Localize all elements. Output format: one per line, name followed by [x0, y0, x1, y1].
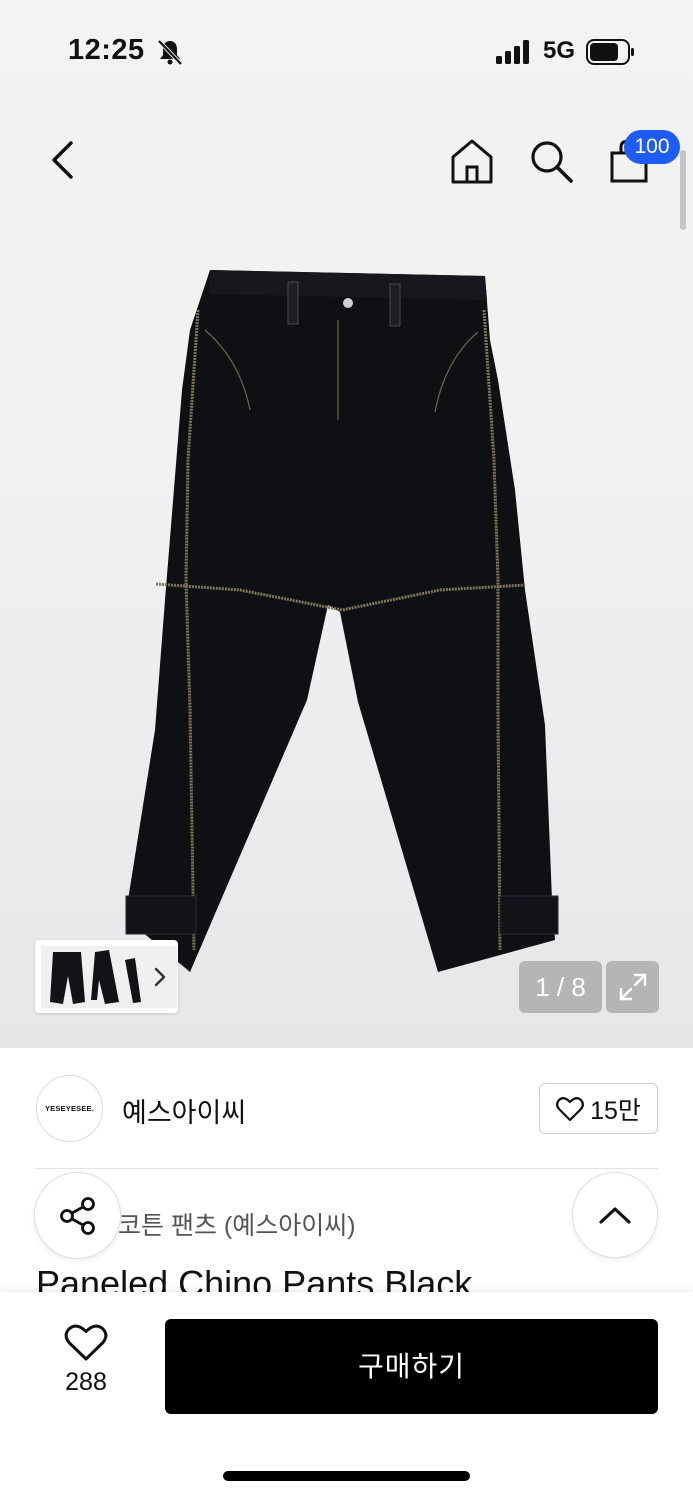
home-indicator[interactable]: [223, 1471, 470, 1481]
fullscreen-icon: [619, 973, 646, 1001]
share-button[interactable]: [34, 1172, 121, 1259]
status-time: 12:25: [68, 34, 145, 66]
brand-name[interactable]: 예스아이씨: [122, 1091, 246, 1130]
image-page-counter: 1 / 8: [519, 961, 602, 1013]
brand-logo-text: YESEYESEE.: [44, 1104, 95, 1113]
buy-button[interactable]: 구매하기: [165, 1319, 658, 1414]
heart-icon: [64, 1324, 108, 1361]
scrollbar[interactable]: [680, 150, 686, 230]
divider: [36, 1168, 658, 1169]
status-bar: 12:25 5G: [0, 0, 693, 104]
home-button[interactable]: [445, 134, 499, 188]
cart-count-badge: 100: [624, 130, 680, 164]
chevron-right-icon[interactable]: [150, 962, 170, 992]
signal-icon: [496, 40, 529, 64]
chevron-up-icon: [599, 1207, 631, 1224]
bell-off-icon: [157, 39, 183, 66]
search-button[interactable]: [524, 134, 578, 188]
product-subtitle: 코튼 팬츠 (예스아이씨): [118, 1212, 356, 1240]
fullscreen-button[interactable]: [606, 961, 659, 1013]
wishlist-count: 288: [65, 1368, 107, 1396]
product-image[interactable]: [120, 260, 570, 980]
heart-icon: [556, 1096, 585, 1121]
product-gallery[interactable]: [0, 0, 693, 1048]
home-icon: [451, 139, 493, 184]
brand-logo[interactable]: YESEYESEE.: [36, 1075, 103, 1142]
search-icon: [531, 141, 573, 183]
battery-icon: [586, 39, 634, 65]
back-button[interactable]: [38, 136, 86, 184]
back-icon: [52, 141, 73, 179]
scroll-to-top-button[interactable]: [572, 1172, 658, 1258]
brand-like-button[interactable]: 15만: [539, 1083, 658, 1134]
network-label: 5G: [543, 37, 576, 64]
share-icon: [59, 1196, 95, 1235]
wishlist-button[interactable]: 288: [50, 1322, 122, 1406]
brand-like-count: 15만: [590, 1096, 641, 1125]
